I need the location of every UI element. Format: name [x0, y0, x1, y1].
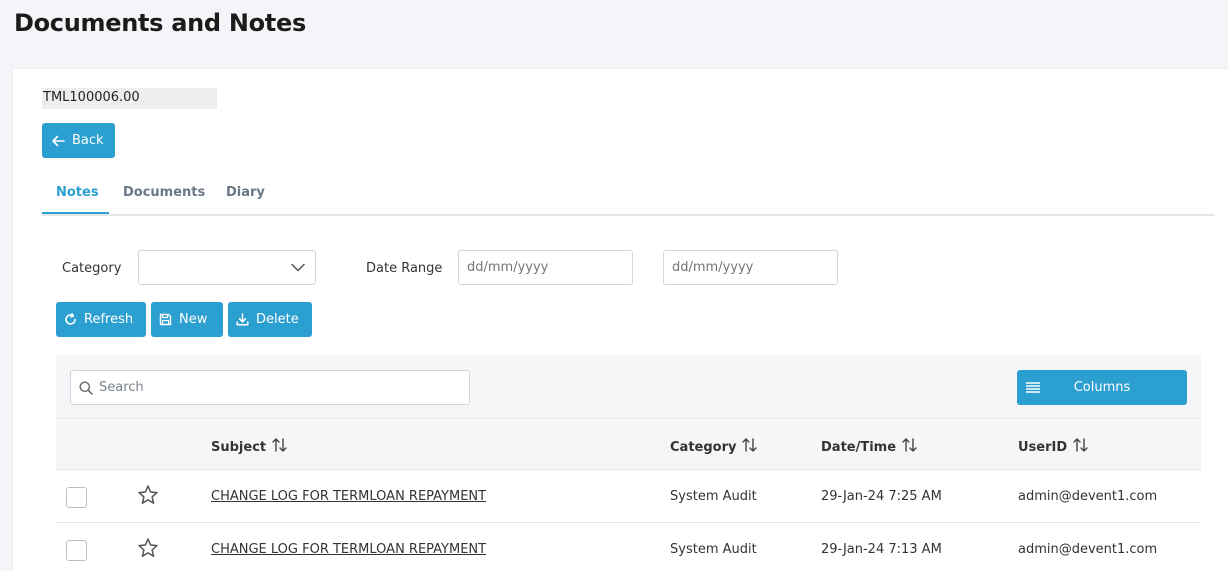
save-icon [159, 313, 172, 326]
grid-header: Subject Category Date/Time UserID [56, 420, 1201, 470]
delete-button[interactable]: Delete [228, 302, 312, 337]
tab-notes[interactable]: Notes [56, 185, 99, 200]
sort-icon [1073, 437, 1088, 457]
row-userid: admin@devent1.com [1018, 489, 1158, 504]
date-to-input[interactable] [663, 250, 838, 285]
date-from-input[interactable] [458, 250, 633, 285]
star-icon[interactable] [137, 484, 159, 511]
refresh-button-label: Refresh [84, 312, 134, 327]
sort-icon [742, 437, 758, 457]
column-header-category[interactable]: Category [670, 437, 758, 457]
download-icon [236, 313, 249, 326]
row-datetime: 29-Jan-24 7:25 AM [821, 489, 942, 504]
column-header-userid[interactable]: UserID [1018, 437, 1088, 457]
table-row[interactable]: CHANGE LOG FOR TERMLOAN REPAYMENT System… [56, 524, 1201, 571]
tab-documents[interactable]: Documents [123, 185, 205, 200]
sort-icon [902, 437, 917, 457]
page-title: Documents and Notes [14, 9, 306, 37]
column-header-datetime[interactable]: Date/Time [821, 437, 917, 457]
row-checkbox[interactable] [66, 540, 87, 561]
tab-diary[interactable]: Diary [226, 185, 265, 200]
back-button-label: Back [72, 133, 104, 148]
delete-button-label: Delete [256, 312, 299, 327]
sort-icon [272, 437, 287, 457]
row-category: System Audit [670, 489, 757, 504]
arrow-left-icon [51, 135, 65, 147]
row-subject-link[interactable]: CHANGE LOG FOR TERMLOAN REPAYMENT [211, 489, 486, 504]
search-input[interactable] [99, 371, 459, 404]
row-userid: admin@devent1.com [1018, 542, 1158, 557]
search-box [70, 370, 470, 405]
row-datetime: 29-Jan-24 7:13 AM [821, 542, 942, 557]
tab-bar: Notes Documents Diary [42, 175, 1215, 216]
columns-button-label: Columns [1073, 380, 1131, 395]
new-button[interactable]: New [151, 302, 223, 337]
row-category: System Audit [670, 542, 757, 557]
date-range-label: Date Range [366, 261, 443, 276]
record-reference: TML100006.00 [42, 88, 217, 109]
notes-grid: Columns Subject Category Date/Time UserI… [56, 355, 1201, 571]
table-row[interactable]: CHANGE LOG FOR TERMLOAN REPAYMENT System… [56, 471, 1201, 523]
active-tab-indicator [42, 212, 109, 214]
refresh-icon [64, 313, 77, 326]
category-label: Category [62, 261, 122, 276]
column-header-subject[interactable]: Subject [211, 437, 287, 457]
row-checkbox[interactable] [66, 487, 87, 508]
row-subject-link[interactable]: CHANGE LOG FOR TERMLOAN REPAYMENT [211, 542, 486, 557]
grid-toolbar: Columns [56, 355, 1201, 419]
refresh-button[interactable]: Refresh [56, 302, 146, 337]
columns-button[interactable]: Columns [1017, 370, 1187, 405]
content-card: TML100006.00 Back Notes Documents Diary … [13, 69, 1228, 571]
category-select[interactable] [138, 250, 316, 285]
new-button-label: New [179, 312, 208, 327]
star-icon[interactable] [137, 537, 159, 564]
back-button[interactable]: Back [42, 123, 115, 158]
